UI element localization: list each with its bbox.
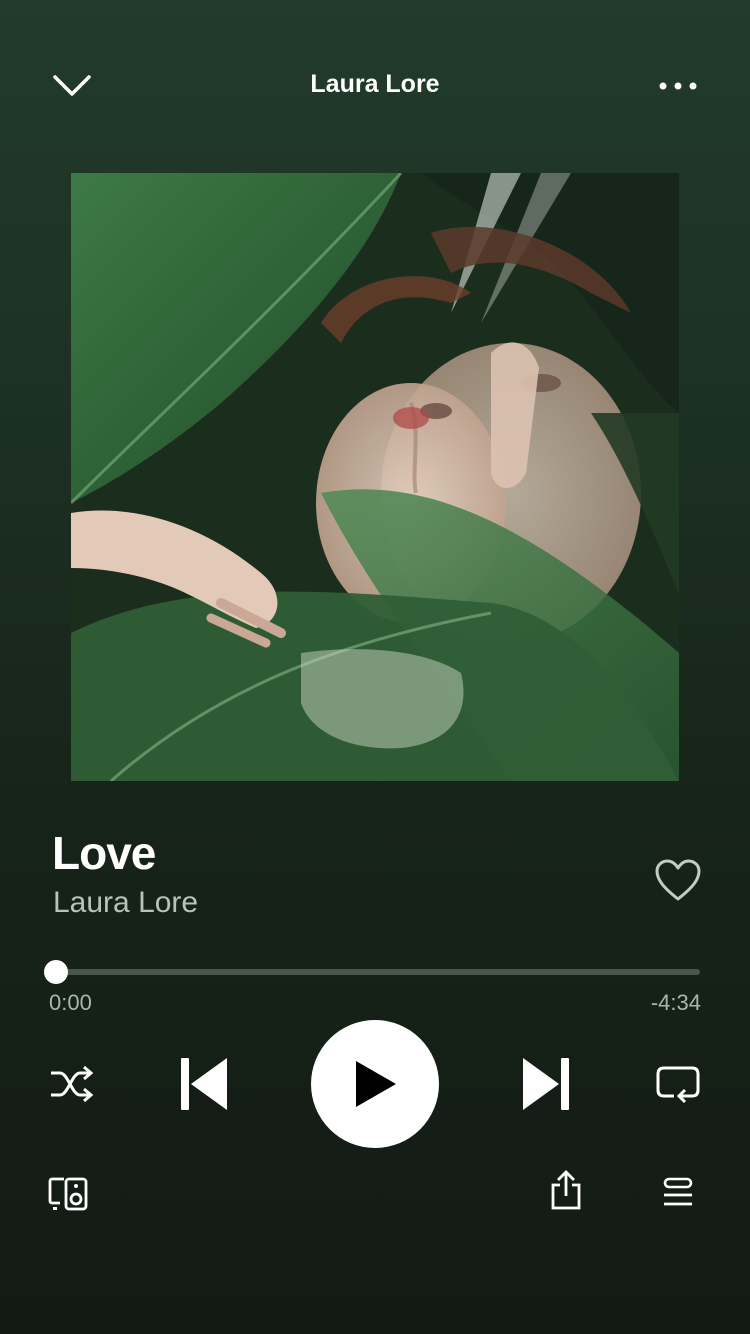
next-button[interactable] bbox=[514, 1052, 578, 1116]
queue-button[interactable] bbox=[654, 1168, 702, 1216]
devices-icon bbox=[48, 1177, 88, 1211]
devices-button[interactable] bbox=[44, 1170, 92, 1218]
skip-forward-icon bbox=[523, 1058, 569, 1110]
repeat-icon bbox=[656, 1066, 700, 1104]
progress-handle[interactable] bbox=[44, 960, 68, 984]
remaining-time: -4:34 bbox=[650, 990, 701, 1015]
previous-button[interactable] bbox=[172, 1052, 236, 1116]
track-title: Love bbox=[52, 827, 156, 879]
track-artist[interactable]: Laura Lore bbox=[53, 886, 198, 920]
shuffle-icon bbox=[51, 1065, 94, 1103]
shuffle-button[interactable] bbox=[44, 1058, 100, 1110]
share-icon bbox=[551, 1170, 581, 1210]
elapsed-time: 0:00 bbox=[49, 990, 92, 1015]
like-button[interactable] bbox=[650, 852, 706, 908]
album-art-image bbox=[71, 173, 679, 781]
play-button[interactable] bbox=[311, 1020, 439, 1148]
more-dots-icon bbox=[659, 82, 697, 90]
play-icon bbox=[356, 1061, 396, 1107]
progress-bar[interactable] bbox=[56, 969, 700, 975]
more-options-button[interactable] bbox=[650, 66, 706, 106]
heart-icon bbox=[655, 859, 701, 901]
skip-back-icon bbox=[181, 1058, 227, 1110]
header-title: Laura Lore bbox=[310, 70, 440, 98]
queue-icon bbox=[663, 1177, 693, 1206]
repeat-button[interactable] bbox=[650, 1058, 706, 1110]
share-button[interactable] bbox=[542, 1166, 590, 1214]
album-art bbox=[71, 173, 679, 781]
